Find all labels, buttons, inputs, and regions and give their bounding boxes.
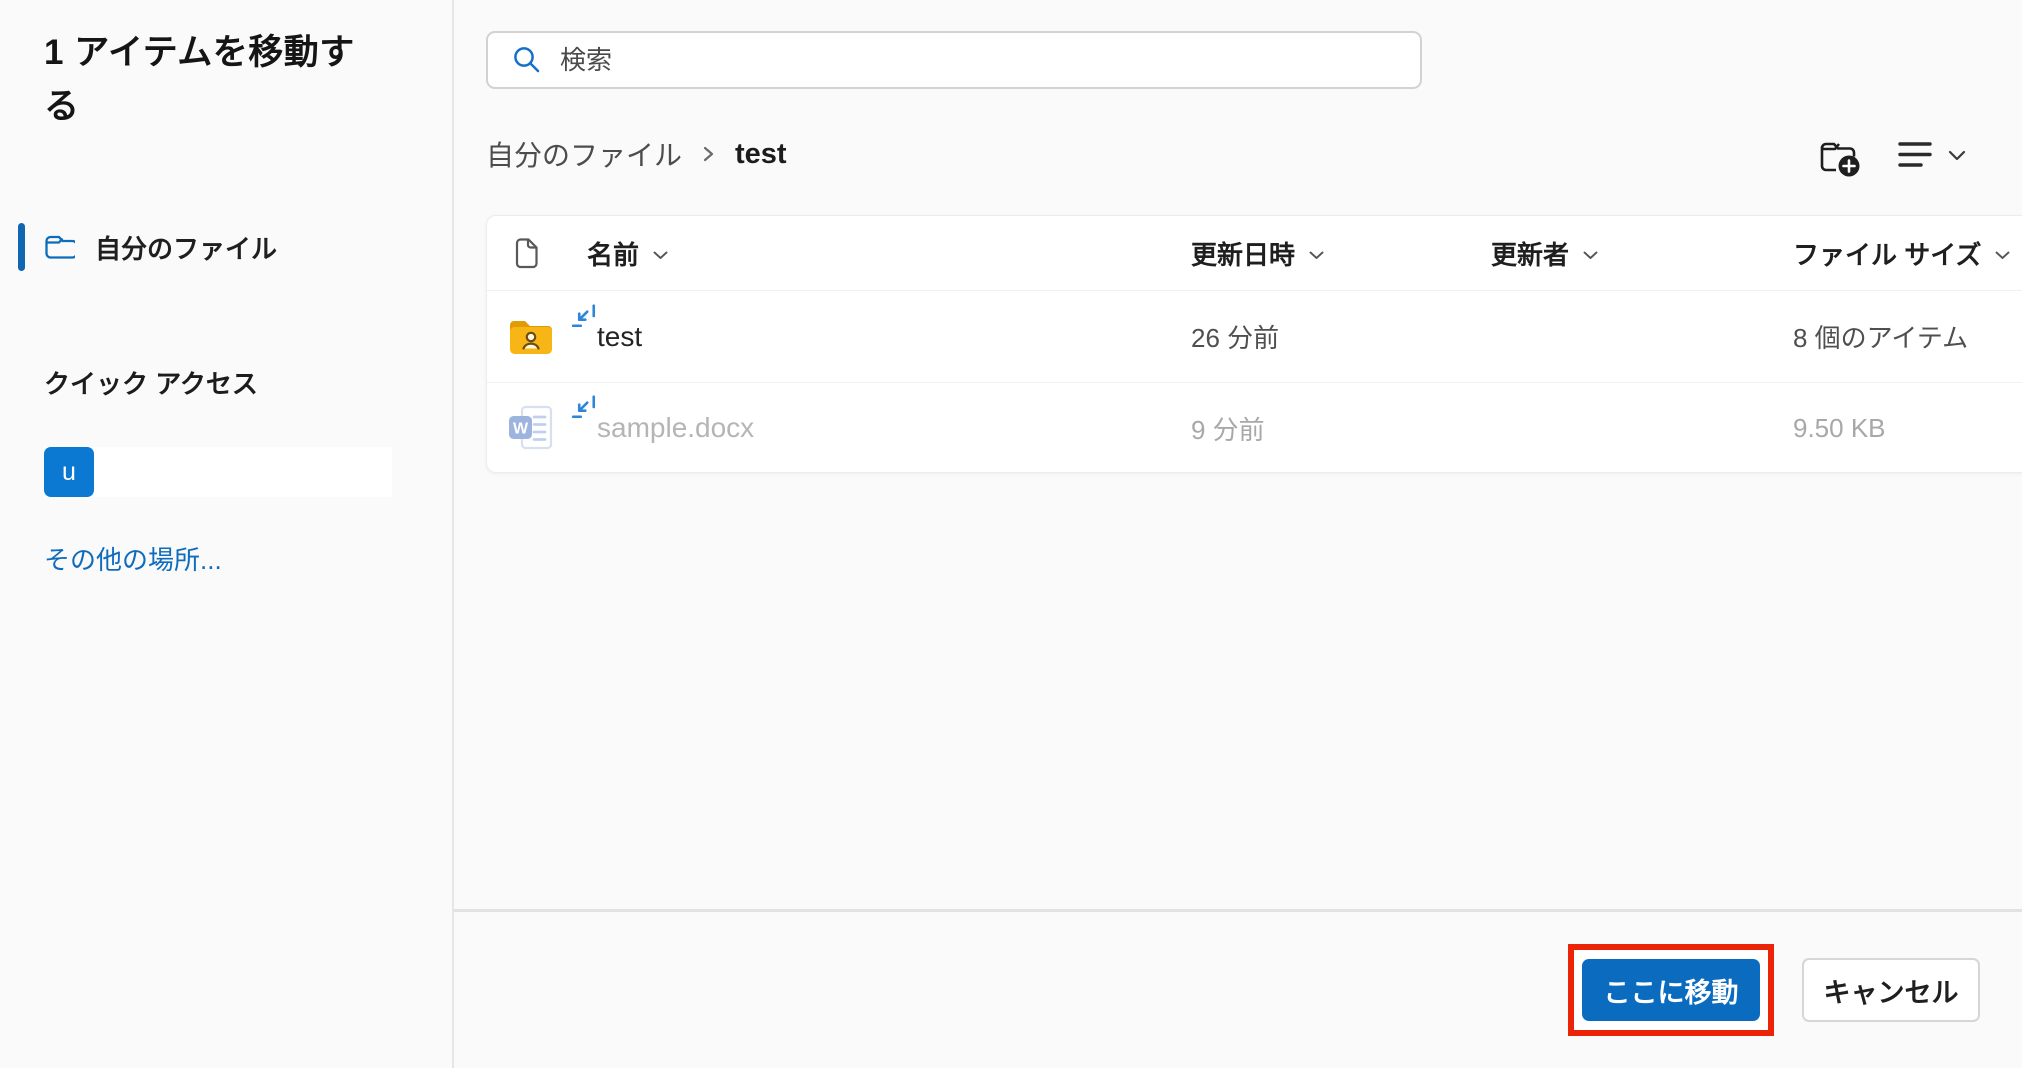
sort-chevron-icon <box>1583 251 1598 260</box>
more-places-link[interactable]: その他の場所... <box>44 540 222 577</box>
view-options-icon <box>1898 140 1932 170</box>
sidebar-divider <box>452 0 454 1068</box>
dialog-title: 1 アイテムを移動する <box>44 26 374 134</box>
item-name: sample.docx <box>597 412 754 443</box>
quick-access-tile[interactable]: u <box>44 447 94 497</box>
sort-chevron-icon <box>1309 251 1324 260</box>
search-input[interactable] <box>542 33 1420 87</box>
column-label-modified: 更新日時 <box>1191 235 1295 272</box>
move-indicator-icon <box>571 303 597 336</box>
column-label-modified-by: 更新者 <box>1491 235 1569 272</box>
table-header-row: 名前 更新日時 更新者 ファイル サイズ <box>487 216 2022 291</box>
footer-divider <box>454 909 2022 912</box>
document-type-icon <box>514 238 539 269</box>
item-size: 8 個のアイテム <box>1793 318 2022 355</box>
breadcrumb: 自分のファイル test <box>486 128 787 180</box>
view-options-button[interactable] <box>1898 140 1966 170</box>
new-folder-icon <box>1818 138 1862 180</box>
folder-outline-icon <box>44 234 75 260</box>
chevron-right-icon <box>702 144 715 164</box>
file-list-card: 名前 更新日時 更新者 ファイル サイズ <box>486 215 2022 473</box>
shared-folder-icon <box>507 317 557 357</box>
new-folder-button[interactable] <box>1818 138 1862 180</box>
selected-indicator-bar <box>18 223 25 271</box>
column-label-size: ファイル サイズ <box>1793 235 1981 272</box>
item-modified: 9 分前 <box>1191 410 1491 447</box>
svg-text:W: W <box>513 421 529 438</box>
cancel-button[interactable]: キャンセル <box>1802 958 1980 1022</box>
column-header-size[interactable]: ファイル サイズ <box>1793 235 2022 272</box>
chevron-down-icon <box>1948 150 1966 161</box>
breadcrumb-root[interactable]: 自分のファイル <box>486 134 682 174</box>
search-icon <box>512 45 542 75</box>
column-header-name[interactable]: 名前 <box>487 235 1191 272</box>
column-label-name: 名前 <box>587 235 639 272</box>
move-here-button[interactable]: ここに移動 <box>1582 959 1760 1021</box>
item-modified: 26 分前 <box>1191 318 1491 355</box>
move-indicator-icon <box>571 394 597 427</box>
table-row-folder[interactable]: test 26 分前 8 個のアイテム <box>487 291 2022 382</box>
breadcrumb-current: test <box>735 138 787 171</box>
quick-access-item[interactable]: u <box>44 447 392 497</box>
quick-access-heading: クイック アクセス <box>44 364 258 401</box>
table-row-word-document: W sample.docx 9 分前 <box>487 382 2022 473</box>
search-box <box>486 31 1422 89</box>
action-highlight-ring: ここに移動 <box>1568 944 1774 1036</box>
word-document-icon: W <box>507 405 557 451</box>
sidebar-item-my-files[interactable]: 自分のファイル <box>0 218 452 276</box>
column-header-modified-by[interactable]: 更新者 <box>1491 235 1793 272</box>
sidebar-item-label: 自分のファイル <box>95 229 277 266</box>
item-name: test <box>597 321 642 352</box>
column-header-modified[interactable]: 更新日時 <box>1191 235 1491 272</box>
sort-chevron-icon <box>1995 251 2010 260</box>
sort-chevron-icon <box>653 251 668 260</box>
move-item-dialog: 1 アイテムを移動する 自分のファイル クイック アクセス u その他の場所..… <box>0 0 2022 1068</box>
item-size: 9.50 KB <box>1793 413 2022 444</box>
